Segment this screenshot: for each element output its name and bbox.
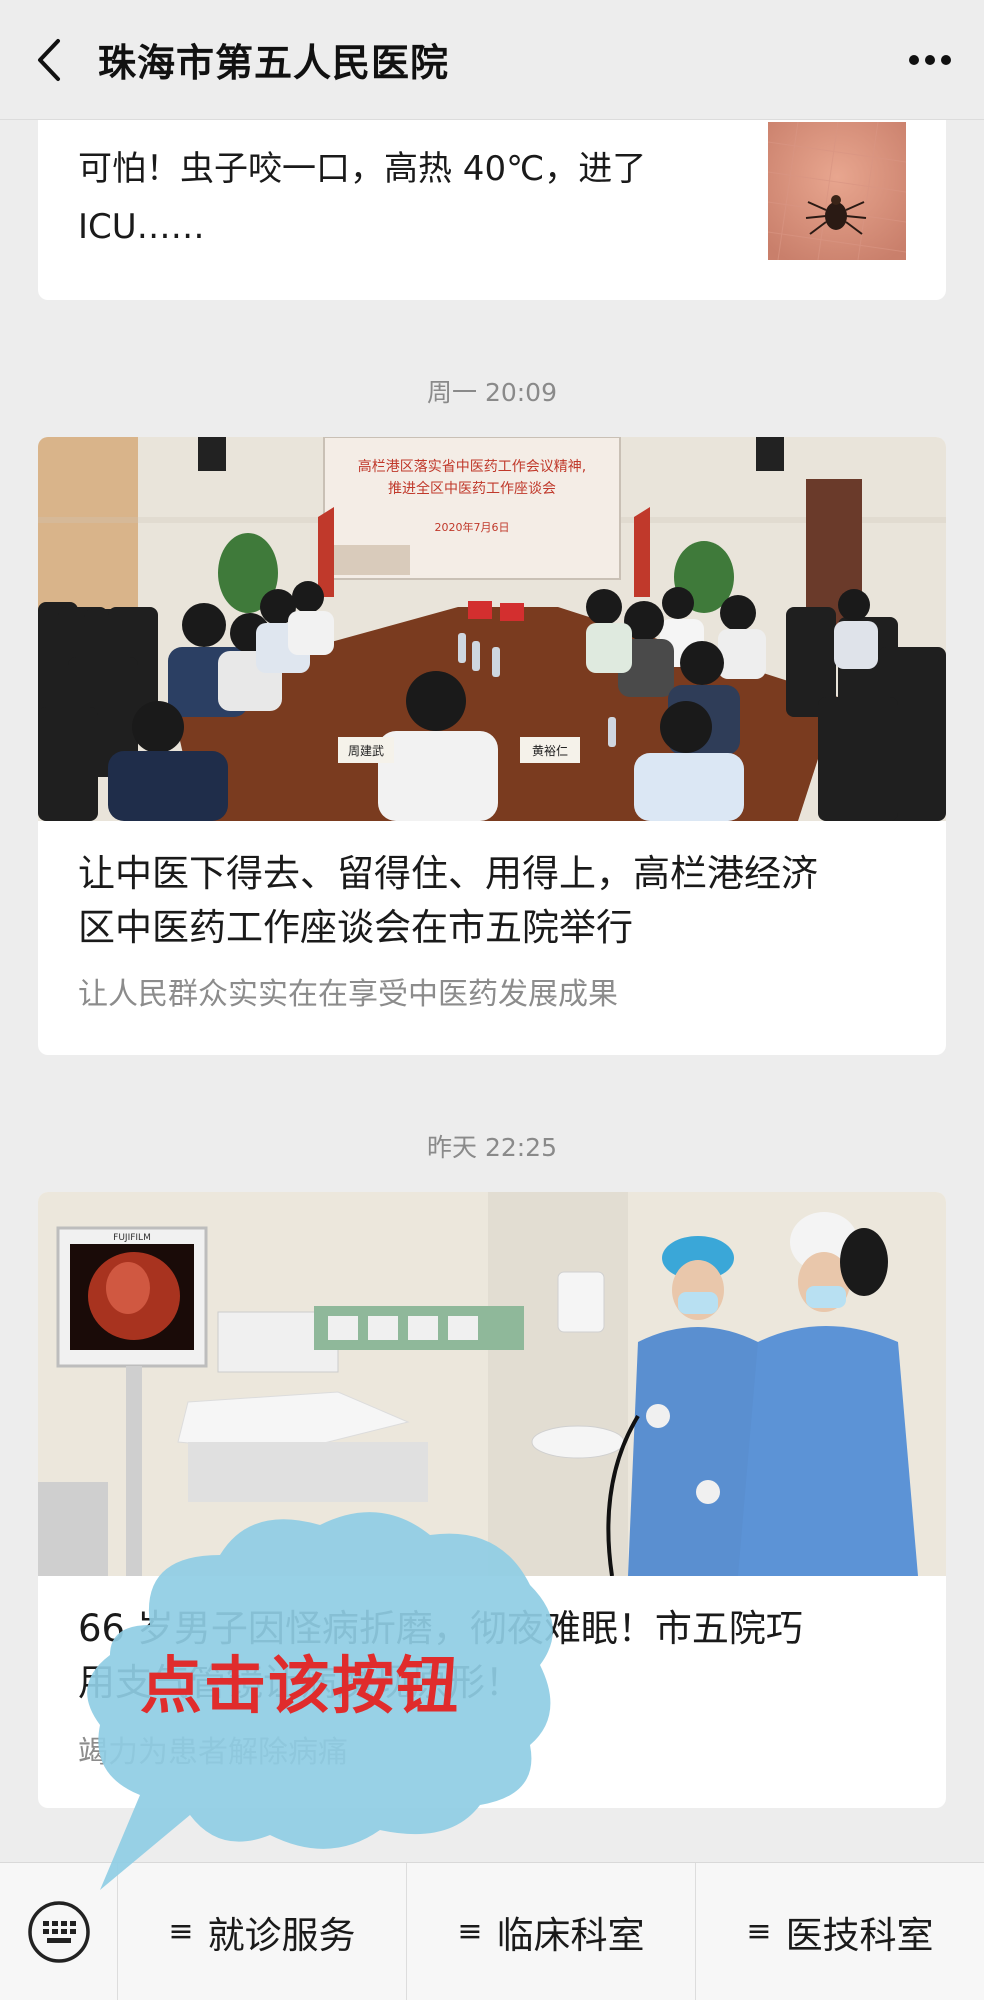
article-card[interactable]: 高栏港区落实省中医药工作会议精神, 推进全区中医药工作座谈会 2020年7月6日 — [38, 437, 946, 1055]
keyboard-icon — [27, 1900, 90, 1963]
menu-list-icon: ≡ — [168, 1914, 194, 1949]
article-title-line: 让中医下得去、留得住、用得上，高栏港经济 — [78, 852, 818, 895]
top-bar: 珠海市第五人民医院 — [0, 0, 984, 120]
keyboard-toggle-button[interactable] — [0, 1862, 118, 2000]
message-timestamp: 昨天 22:25 — [427, 1133, 557, 1162]
account-title: 珠海市第五人民医院 — [98, 41, 450, 85]
banner-text-line1: 高栏港区落实省中医药工作会议精神, — [358, 458, 586, 475]
meeting-room-photo: 高栏港区落实省中医药工作会议精神, 推进全区中医药工作座谈会 2020年7月6日 — [38, 437, 946, 821]
article-title: 可怕！虫子咬一口，高热 40℃，进了 ICU…… — [78, 140, 698, 256]
bottom-menu-bar: ≡ 就诊服务 ≡ 临床科室 ≡ 医技科室 — [0, 1862, 984, 2000]
article-title-line: ICU…… — [78, 207, 205, 247]
more-options-button[interactable] — [898, 32, 962, 88]
article-title-line: 可怕！虫子咬一口，高热 40℃，进了 — [78, 149, 647, 189]
menu-item-label: 医技科室 — [785, 1913, 934, 1957]
message-timestamp: 周一 20:09 — [427, 378, 557, 407]
article-thumbnail — [768, 122, 906, 260]
article-summary: 竭力为患者解除病痛 — [78, 1735, 348, 1770]
menu-list-icon: ≡ — [457, 1914, 483, 1949]
menu-item-label: 就诊服务 — [207, 1913, 356, 1957]
banner-text-line2: 推进全区中医药工作座谈会 — [388, 480, 556, 497]
menu-item-medical-tech-departments[interactable]: ≡ 医技科室 — [696, 1863, 984, 2000]
menu-item-clinical-departments[interactable]: ≡ 临床科室 — [407, 1862, 696, 2000]
menu-item-label: 临床科室 — [496, 1913, 645, 1957]
chevron-left-icon — [38, 38, 60, 81]
article-cover-image: 高栏港区落实省中医药工作会议精神, 推进全区中医药工作座谈会 2020年7月6日 — [38, 437, 946, 821]
article-title-line: 区中医药工作座谈会在市五院举行 — [78, 906, 633, 949]
name-card-right: 黄裕仁 — [532, 743, 568, 758]
more-dots-icon — [909, 55, 951, 65]
article-cover-image: FUJIFILM — [38, 1192, 946, 1576]
menu-item-visit-services[interactable]: ≡ 就诊服务 — [118, 1862, 407, 2000]
app-screen: 珠海市第五人民医院 可怕！虫子咬一口，高热 40℃，进了 ICU…… 周一 20… — [0, 0, 984, 2000]
tooltip-text: 点击该按钮 — [140, 1649, 461, 1722]
endoscopy-room-photo: FUJIFILM — [38, 1192, 946, 1576]
tick-on-skin-image — [768, 122, 906, 260]
name-card-left: 周建武 — [348, 744, 384, 758]
banner-date: 2020年7月6日 — [435, 520, 510, 534]
article-card[interactable]: 可怕！虫子咬一口，高热 40℃，进了 ICU…… — [38, 100, 946, 300]
monitor-brand: FUJIFILM — [113, 1233, 151, 1243]
menu-list-icon: ≡ — [746, 1914, 772, 1949]
back-button[interactable] — [0, 0, 98, 120]
article-title: 让中医下得去、留得住、用得上，高栏港经济 区中医药工作座谈会在市五院举行 — [78, 847, 918, 955]
article-summary: 让人民群众实实在在享受中医药发展成果 — [78, 977, 618, 1012]
